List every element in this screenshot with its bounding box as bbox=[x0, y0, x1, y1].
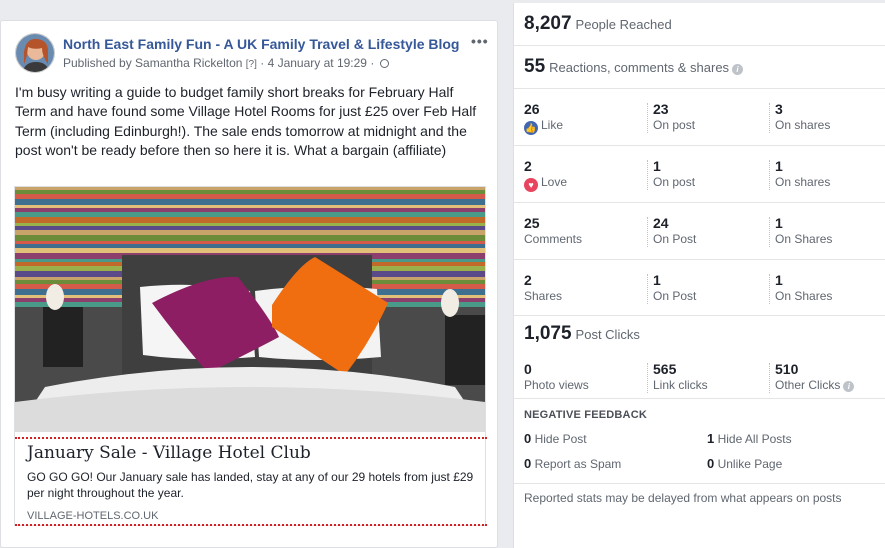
link-title[interactable]: January Sale - Village Hotel Club bbox=[27, 443, 311, 463]
link-preview[interactable]: January Sale - Village Hotel Club GO GO … bbox=[14, 186, 487, 526]
comments-on-post: 24 bbox=[653, 215, 669, 231]
shares-on-shares: 1 bbox=[775, 272, 783, 288]
negative-feedback-section: NEGATIVE FEEDBACK 0 Hide Post 1 Hide All… bbox=[514, 399, 885, 484]
shares-row: 2 Shares 1 On Post 1 On Shares bbox=[514, 260, 885, 316]
column-divider bbox=[647, 274, 648, 304]
column-divider bbox=[769, 363, 770, 393]
comments-on-shares-label: On Shares bbox=[775, 232, 833, 246]
column-divider bbox=[769, 103, 770, 133]
stats-footnote: Reported stats may be delayed from what … bbox=[524, 491, 842, 505]
dotted-divider bbox=[15, 437, 487, 439]
link-clicks-value: 565 bbox=[653, 361, 677, 377]
people-reached-value: 8,207 bbox=[524, 13, 572, 34]
help-marker[interactable]: [?] bbox=[246, 59, 257, 70]
like-row: 26 👍 Like 23 On post 3 On shares bbox=[514, 89, 885, 146]
shares-on-post-label: On Post bbox=[653, 289, 697, 303]
people-reached-row: 8,207 People Reached bbox=[514, 3, 885, 46]
comments-on-shares: 1 bbox=[775, 215, 783, 231]
other-clicks-label: Other Clicks bbox=[775, 378, 841, 392]
love-icon: ♥ bbox=[524, 178, 538, 192]
column-divider bbox=[647, 217, 648, 247]
reactions-total-value: 55 bbox=[524, 56, 546, 77]
published-by[interactable]: Published by Samantha Rickelton bbox=[63, 56, 242, 70]
link-preview-image[interactable] bbox=[15, 187, 485, 432]
comments-row: 25 Comments 24 On Post 1 On Shares bbox=[514, 203, 885, 260]
like-on-post-label: On post bbox=[653, 118, 696, 132]
post-card: North East Family Fun - A UK Family Trav… bbox=[0, 20, 498, 548]
link-description: GO GO GO! Our January sale has landed, s… bbox=[27, 470, 474, 500]
comments-total: 25 bbox=[524, 215, 540, 231]
photo-views-label: Photo views bbox=[524, 378, 589, 392]
post-text: I'm busy writing a guide to budget famil… bbox=[15, 84, 477, 159]
love-on-shares-label: On shares bbox=[775, 175, 831, 189]
love-total: 2 bbox=[524, 158, 532, 174]
post-timestamp[interactable]: · 4 January at 19:29 · bbox=[260, 56, 374, 70]
shares-label: Shares bbox=[524, 289, 563, 303]
column-divider bbox=[647, 160, 648, 190]
reactions-total-label: Reactions, comments & shares bbox=[549, 60, 730, 75]
love-row: 2 ♥ Love 1 On post 1 On shares bbox=[514, 146, 885, 203]
other-clicks-value: 510 bbox=[775, 361, 799, 377]
shares-total: 2 bbox=[524, 272, 532, 288]
people-reached-label: People Reached bbox=[575, 17, 672, 32]
report-spam-stat: 0 Report as Spam bbox=[524, 456, 622, 471]
negative-feedback-title: NEGATIVE FEEDBACK bbox=[524, 409, 647, 421]
unlike-page-stat: 0 Unlike Page bbox=[707, 456, 783, 471]
post-meta: Published by Samantha Rickelton [?] · 4 … bbox=[63, 56, 389, 70]
like-total: 26 bbox=[524, 101, 540, 117]
love-label: Love bbox=[541, 175, 568, 189]
shares-on-shares-label: On Shares bbox=[775, 289, 833, 303]
hide-all-posts-stat: 1 Hide All Posts bbox=[707, 431, 792, 446]
post-clicks-label: Post Clicks bbox=[575, 327, 640, 342]
love-on-post: 1 bbox=[653, 158, 661, 174]
hide-post-stat: 0 Hide Post bbox=[524, 431, 587, 446]
like-icon: 👍 bbox=[524, 121, 538, 135]
like-on-shares-label: On shares bbox=[775, 118, 831, 132]
shares-on-post: 1 bbox=[653, 272, 661, 288]
column-divider bbox=[769, 217, 770, 247]
dotted-divider bbox=[15, 524, 487, 526]
info-icon[interactable]: i bbox=[732, 64, 744, 75]
globe-icon bbox=[379, 59, 389, 68]
like-on-shares: 3 bbox=[775, 101, 783, 117]
column-divider bbox=[769, 160, 770, 190]
info-icon[interactable]: i bbox=[843, 381, 855, 392]
link-clicks-label: Link clicks bbox=[653, 378, 708, 392]
love-on-shares: 1 bbox=[775, 158, 783, 174]
column-divider bbox=[647, 103, 648, 133]
comments-on-post-label: On Post bbox=[653, 232, 697, 246]
photo-views-value: 0 bbox=[524, 361, 532, 377]
like-on-post: 23 bbox=[653, 101, 669, 117]
post-clicks-value: 1,075 bbox=[524, 323, 572, 344]
stats-panel: 8,207 People Reached 55 Reactions, comment… bbox=[513, 3, 885, 548]
reactions-total-row: 55 Reactions, comments & shares i bbox=[514, 46, 885, 89]
page-avatar[interactable] bbox=[15, 33, 55, 73]
love-on-post-label: On post bbox=[653, 175, 696, 189]
column-divider bbox=[647, 363, 648, 393]
link-domain: VILLAGE-HOTELS.CO.UK bbox=[27, 510, 159, 522]
ellipsis-icon[interactable]: ••• bbox=[471, 33, 489, 49]
like-label: Like bbox=[541, 118, 564, 132]
column-divider bbox=[769, 274, 770, 304]
post-clicks-row: 1,075 Post Clicks 0 Photo views 565 Link … bbox=[514, 316, 885, 399]
comments-label: Comments bbox=[524, 232, 583, 246]
page-name-link[interactable]: North East Family Fun - A UK Family Trav… bbox=[63, 36, 459, 52]
